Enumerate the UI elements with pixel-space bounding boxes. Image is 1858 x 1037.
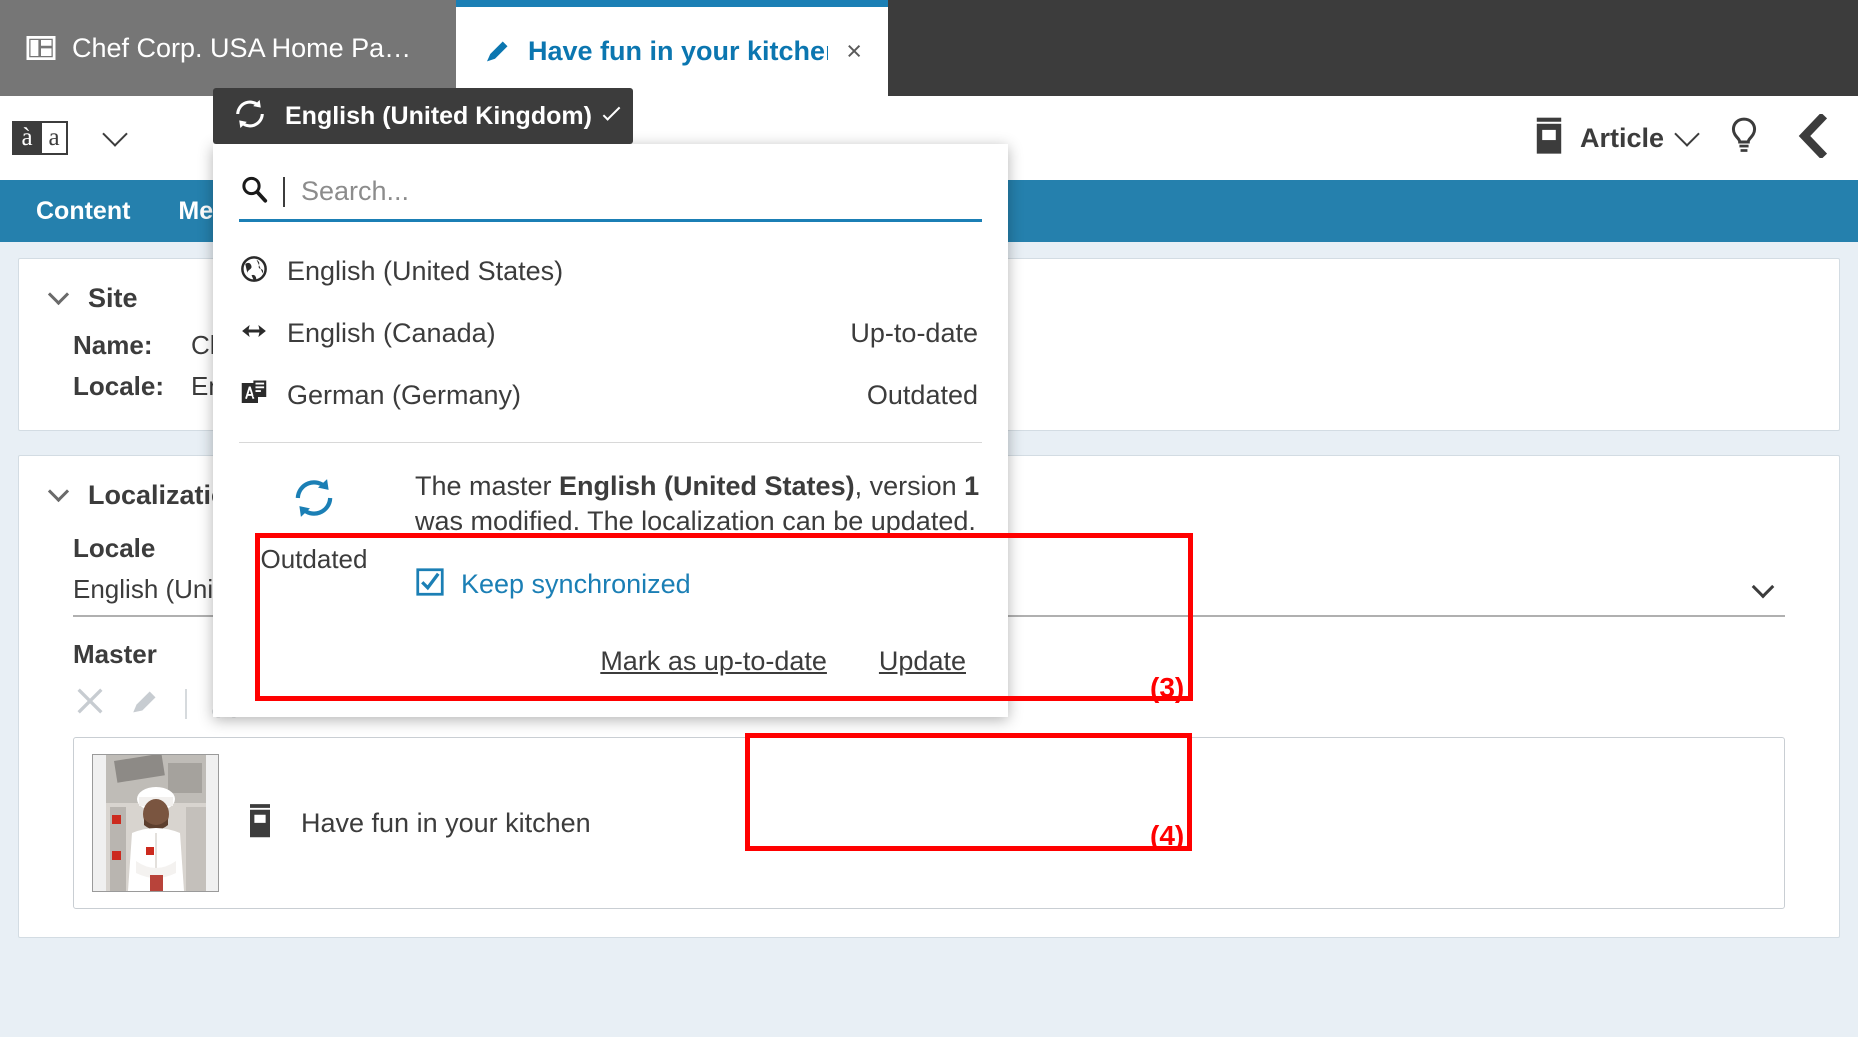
translate-icon	[239, 378, 269, 413]
keep-synchronized-checkbox[interactable]: Keep synchronized	[415, 567, 982, 602]
status-message-part3: was modified. The localization can be up…	[415, 506, 976, 537]
sync-icon	[231, 95, 269, 138]
master-link-title: Have fun in your kitchen	[301, 807, 591, 838]
status-message-part2: , version	[854, 471, 965, 501]
chevron-down-icon[interactable]	[47, 480, 70, 503]
doctype-button[interactable]: Article	[1532, 117, 1700, 160]
collapse-panel-button[interactable]	[1792, 112, 1832, 163]
checkbox-checked-icon[interactable]	[415, 567, 445, 602]
locale-item-status: Up-to-date	[850, 317, 978, 348]
locale-dropdown-header[interactable]: English (United Kingdom)	[213, 88, 633, 144]
spellcheck-button[interactable]: àa	[12, 121, 68, 155]
status-details: The master English (United States), vers…	[415, 469, 982, 602]
status-message-version: 1	[964, 471, 980, 501]
sync-icon	[289, 473, 339, 528]
dropdown-actions: Mark as up-to-date Update	[213, 612, 1008, 717]
tab-label: Chef Corp. USA Home Pa…	[72, 32, 412, 63]
tab-content[interactable]: Content	[36, 197, 130, 226]
search-input[interactable]: Search...	[301, 176, 409, 207]
status-message-master-locale: English (United States)	[559, 471, 855, 501]
status-badge: Outdated	[260, 544, 368, 574]
site-locale-label: Locale:	[73, 371, 165, 401]
tab-chef-corp-home-page[interactable]: Chef Corp. USA Home Pa…	[0, 0, 456, 96]
toolbar-right-group: Article	[1532, 112, 1858, 163]
site-panel-title: Site	[88, 283, 138, 313]
aa-spellcheck-icon: àa	[12, 121, 68, 155]
toolbar-left-group: àa	[0, 120, 128, 155]
chef-photo-thumbnail	[92, 754, 219, 892]
chevron-down-icon[interactable]	[602, 102, 621, 121]
search-field[interactable]: Search...	[239, 174, 982, 222]
remove-icon[interactable]	[73, 684, 107, 723]
status-message-part1: The master	[415, 471, 560, 501]
chevron-down-icon[interactable]	[102, 120, 128, 147]
pencil-icon	[482, 37, 512, 67]
spellcheck-glyph-2: a	[40, 123, 66, 153]
locale-item-german-germany[interactable]: German (Germany) Outdated	[239, 364, 982, 426]
article-icon	[1532, 117, 1566, 160]
lightbulb-icon	[1726, 116, 1762, 161]
chevron-left-icon	[1792, 112, 1832, 163]
hint-button[interactable]	[1726, 116, 1762, 161]
chevron-down-icon[interactable]	[1674, 120, 1700, 147]
tab-have-fun-in-your-kitchen[interactable]: Have fun in your kitchen ×	[456, 0, 888, 96]
app-window: Chef Corp. USA Home Pa… Have fun in your…	[0, 0, 1858, 1037]
spellcheck-glyph-1: à	[14, 123, 40, 153]
status-message: The master English (United States), vers…	[415, 469, 982, 539]
arrows-horizontal-icon	[239, 316, 269, 351]
locale-item-label: German (Germany)	[287, 379, 522, 410]
locale-item-label: English (United States)	[287, 255, 564, 286]
tab-strip: Chef Corp. USA Home Pa… Have fun in your…	[0, 0, 1858, 96]
mark-as-up-to-date-link[interactable]: Mark as up-to-date	[600, 646, 827, 677]
chevron-down-icon[interactable]	[1751, 575, 1775, 598]
keep-synchronized-label: Keep synchronized	[461, 569, 691, 600]
article-icon	[245, 803, 275, 844]
edit-icon[interactable]	[129, 684, 163, 723]
site-name-label: Name:	[73, 330, 153, 360]
tab-label: Have fun in your kitchen	[528, 36, 829, 66]
chevron-down-icon[interactable]	[47, 283, 70, 306]
localization-status-info: Outdated The master English (United Stat…	[213, 443, 1008, 612]
close-icon[interactable]: ×	[846, 38, 862, 65]
toolbar-divider	[185, 688, 187, 719]
locale-item-english-united-states[interactable]: English (United States)	[239, 240, 982, 302]
status-indicator: Outdated	[239, 469, 389, 602]
locale-dropdown-panel: Search... English (United States) Englis…	[213, 144, 1008, 718]
page-layout-icon	[26, 33, 56, 63]
doctype-label: Article	[1579, 122, 1664, 153]
locale-dropdown-title: English (United Kingdom)	[285, 101, 592, 130]
locale-list: English (United States) English (Canada)…	[213, 222, 1008, 432]
text-caret	[283, 176, 285, 207]
globe-icon	[239, 254, 269, 289]
update-link[interactable]: Update	[879, 646, 966, 677]
locale-item-label: English (Canada)	[287, 317, 496, 348]
locale-item-status: Outdated	[866, 379, 978, 410]
search-icon	[239, 174, 269, 209]
locale-item-english-canada[interactable]: English (Canada) Up-to-date	[239, 302, 982, 364]
master-link-item[interactable]: Have fun in your kitchen	[73, 737, 1785, 909]
